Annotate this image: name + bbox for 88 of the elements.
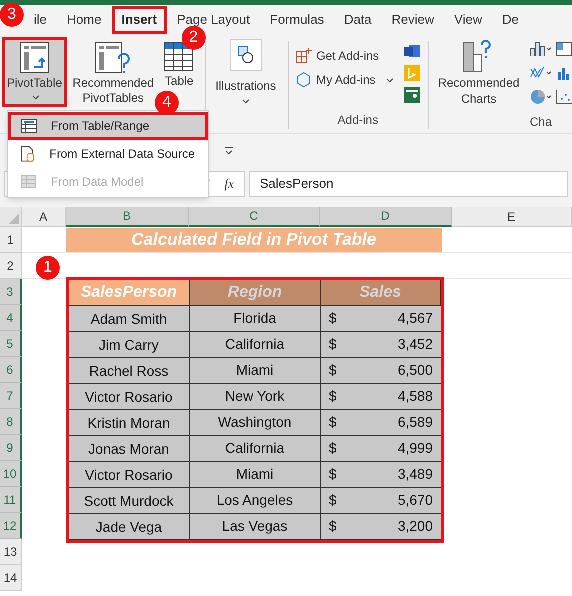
table-cell-text: 3,489 (398, 465, 433, 484)
row-header[interactable]: 6 (0, 357, 22, 383)
data-model-icon (21, 174, 37, 190)
add-grid-icon (296, 48, 312, 64)
column-header[interactable]: D (320, 207, 452, 227)
row-header[interactable]: 14 (0, 565, 22, 591)
callout-badge: 2 (182, 26, 206, 50)
table-icon (164, 42, 194, 72)
pivot-table-icon (20, 42, 50, 74)
table-icon (21, 119, 37, 133)
addin-button[interactable]: Get Add-ins (296, 47, 394, 65)
table-cell-text: 4,567 (398, 309, 433, 328)
document-database-icon (21, 145, 36, 163)
menu-item[interactable]: From External Data Source (8, 140, 208, 168)
row-header[interactable]: 8 (0, 409, 22, 435)
currency-symbol: $ (329, 309, 337, 328)
table-cell-text: 4,588 (398, 387, 433, 406)
currency-symbol: $ (329, 387, 337, 406)
caret-icon (32, 95, 40, 100)
bar-chart-icon (530, 41, 552, 57)
insert-function-button[interactable]: fx (224, 174, 234, 194)
ribbon-tab[interactable]: Review (382, 6, 444, 34)
ribbon-tab[interactable]: ile (24, 6, 58, 34)
column-header[interactable]: A (22, 207, 66, 227)
currency-symbol: $ (329, 491, 337, 510)
row-header[interactable]: 9 (0, 435, 22, 461)
row-header[interactable]: 2 (0, 253, 22, 279)
table-cell-text: 6,589 (398, 413, 433, 432)
ribbon-tab[interactable]: View (444, 6, 492, 34)
ribbon-tab[interactable]: Home (57, 6, 112, 34)
table-cell: Las Vegas (190, 514, 321, 540)
title-cell: Calculated Field in Pivot Table (66, 228, 442, 252)
row-header[interactable]: 3 (0, 279, 22, 305)
shapes-icon (230, 39, 262, 71)
hexagon-icon (296, 72, 312, 88)
table-cell: Jade Vega (69, 514, 190, 540)
addin-button[interactable]: My Add-ins (296, 71, 394, 89)
table-cell-text: 6,500 (398, 361, 433, 380)
row-header[interactable]: 13 (0, 539, 22, 565)
recommended-charts-button[interactable]: Recommended Charts (436, 75, 522, 107)
row-header[interactable]: 5 (0, 331, 22, 357)
column-header[interactable]: E (452, 207, 572, 227)
callout-badge: 1 (36, 256, 60, 280)
pivot-table-question-icon (95, 42, 132, 74)
ribbon-tab[interactable]: Insert (112, 6, 168, 34)
group-label: Add-ins (336, 112, 380, 129)
caret-icon (242, 99, 250, 104)
currency-symbol: $ (329, 439, 337, 458)
row-header[interactable]: 11 (0, 487, 22, 513)
row-header[interactable]: 1 (0, 227, 22, 253)
illustrations-button[interactable]: Illustrations (212, 77, 280, 95)
column-header[interactable]: B (66, 207, 189, 227)
table-cell-text: 3,452 (398, 335, 433, 354)
table-cell-text: 3,200 (398, 517, 433, 536)
scatter-chart-icon (556, 89, 572, 105)
currency-symbol: $ (329, 335, 337, 354)
column-header[interactable]: C (189, 207, 320, 227)
header-cell: SalesPerson (69, 280, 190, 306)
table-cell-text: 4,999 (398, 439, 433, 458)
ribbon-button[interactable]: Recommended PivotTables (69, 37, 158, 109)
caret-icon (386, 78, 394, 82)
header-cell: Region (190, 280, 321, 306)
ribbon-button[interactable]: PivotTable (2, 37, 68, 107)
row-header[interactable]: 4 (0, 305, 22, 331)
triangle-icon (9, 214, 19, 224)
caret-icon (224, 146, 234, 154)
people-graph-icon (404, 87, 420, 103)
row-header[interactable]: 10 (0, 461, 22, 487)
ribbon-tab[interactable]: Data (334, 6, 382, 34)
pie-chart-icon (530, 89, 552, 105)
table-cell-text: 5,670 (398, 491, 433, 510)
column-chart-icon (556, 65, 572, 81)
formula-input[interactable]: SalesPerson (249, 171, 568, 197)
menu-item[interactable]: From Table/Range (8, 112, 208, 140)
visio-icon (404, 43, 420, 59)
row-header[interactable]: 12 (0, 513, 22, 539)
ribbon-tab[interactable]: De (492, 6, 529, 34)
group-label: Cha (530, 114, 554, 131)
currency-symbol: $ (329, 413, 337, 432)
ribbon-tab[interactable]: Formulas (260, 6, 334, 34)
bing-icon (404, 65, 420, 81)
select-all-button[interactable] (0, 207, 22, 227)
currency-symbol: $ (329, 465, 337, 484)
callout-badge: 3 (0, 3, 24, 27)
currency-symbol: $ (329, 361, 337, 380)
row-header[interactable]: 7 (0, 383, 22, 409)
currency-symbol: $ (329, 517, 337, 536)
header-cell: Sales (321, 280, 441, 306)
